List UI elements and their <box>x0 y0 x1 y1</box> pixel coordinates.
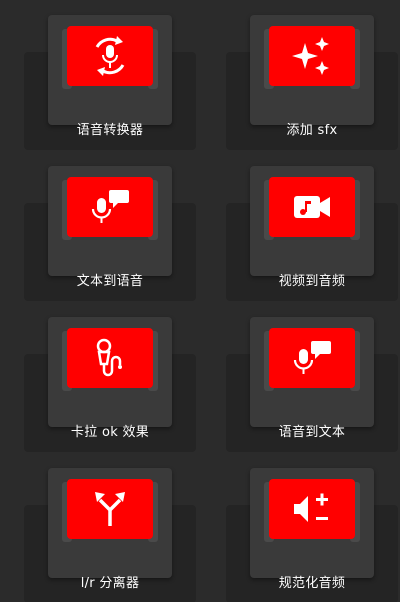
text-to-speech-icon <box>67 177 153 237</box>
tile-label: 规范化音频 <box>278 576 346 591</box>
video-to-audio-icon <box>269 177 355 237</box>
sparkles-icon <box>269 26 355 86</box>
tile-label: l/r 分离器 <box>80 576 140 591</box>
voice-changer-icon <box>67 26 153 86</box>
split-arrows-icon <box>67 479 153 539</box>
tool-grid: 语音转换器 添加 sfx 文本到语音 视频到音频 卡拉 ok 效果 语音到文本 … <box>0 0 400 602</box>
tile-karaoke[interactable]: 卡拉 ok 效果 <box>24 309 196 452</box>
tile-normalize-audio[interactable]: 规范化音频 <box>226 460 398 602</box>
tile-label: 文本到语音 <box>76 274 144 289</box>
tile-video-to-audio[interactable]: 视频到音频 <box>226 158 398 301</box>
tile-label: 卡拉 ok 效果 <box>70 425 150 440</box>
tile-label: 语音到文本 <box>278 425 346 440</box>
tile-speech-to-text[interactable]: 语音到文本 <box>226 309 398 452</box>
karaoke-mic-icon <box>67 328 153 388</box>
tile-add-sfx[interactable]: 添加 sfx <box>226 7 398 150</box>
tile-voice-changer[interactable]: 语音转换器 <box>24 7 196 150</box>
tile-label: 视频到音频 <box>278 274 346 289</box>
normalize-volume-icon <box>269 479 355 539</box>
tile-label: 语音转换器 <box>76 123 144 138</box>
tile-text-to-speech[interactable]: 文本到语音 <box>24 158 196 301</box>
speech-to-text-icon <box>269 328 355 388</box>
tile-label: 添加 sfx <box>286 123 338 138</box>
tile-lr-splitter[interactable]: l/r 分离器 <box>24 460 196 602</box>
